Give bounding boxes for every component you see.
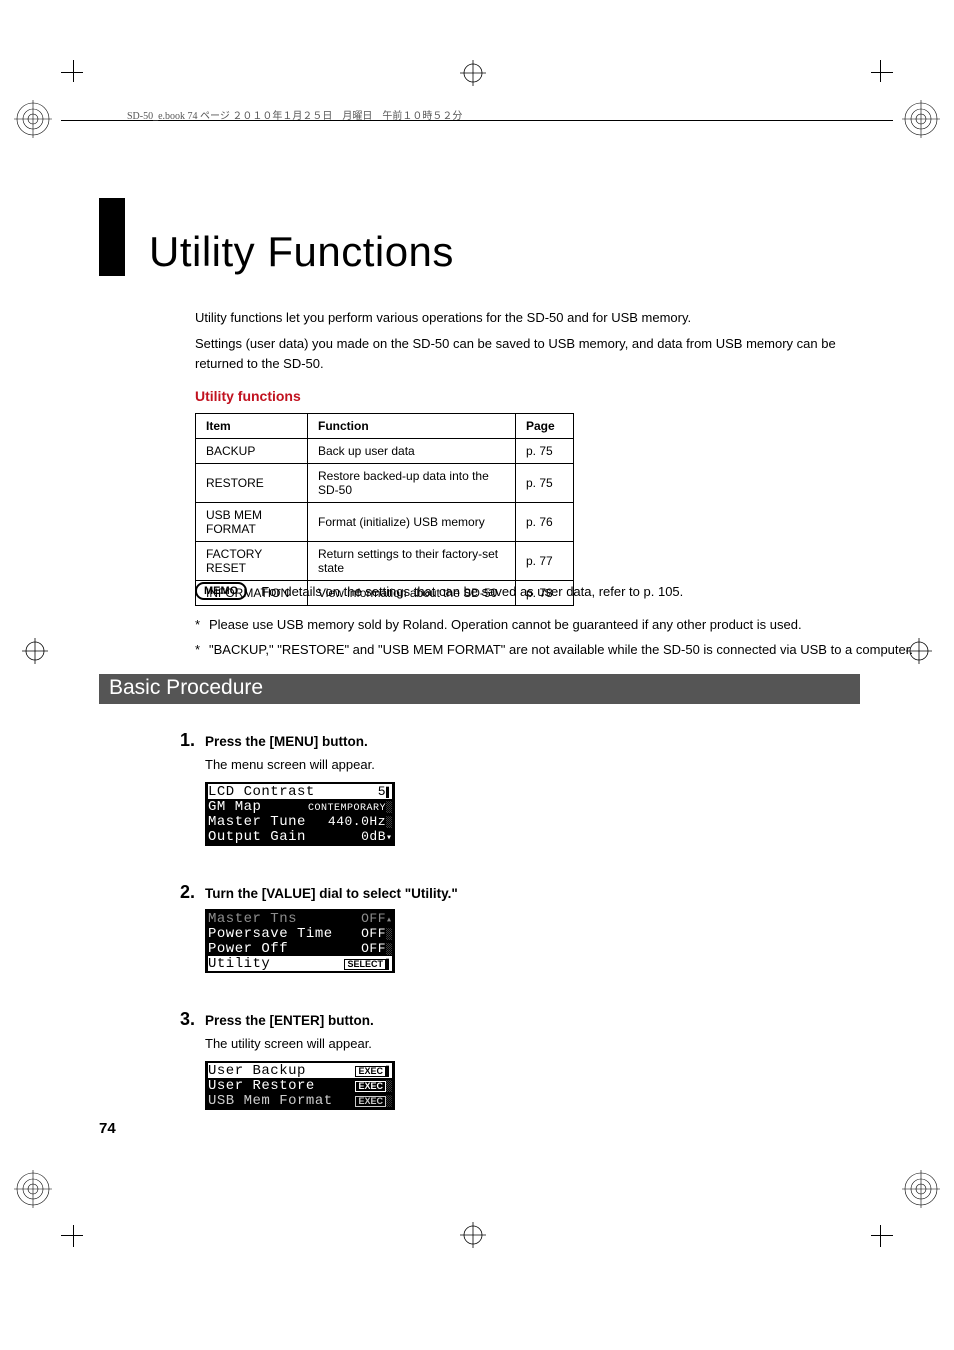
step-title: Turn the [VALUE] dial to select "Utility…: [205, 886, 458, 901]
section-heading: Basic Procedure: [99, 674, 860, 704]
memo-badge: MEMO: [195, 582, 247, 600]
asterisk-icon: *: [195, 613, 209, 638]
step-body: The utility screen will appear.: [205, 1036, 860, 1051]
th-function: Function: [308, 414, 516, 439]
memo-text: For details on the settings that can be …: [261, 584, 683, 599]
page-title: Utility Functions: [149, 228, 454, 276]
reg-cross-icon: [22, 638, 48, 664]
step-title: Press the [ENTER] button.: [205, 1013, 374, 1028]
table-row: RESTORERestore backed-up data into the S…: [196, 464, 574, 503]
lcd-screenshot: Master TnsOFF▴ Powersave TimeOFF░ Power …: [205, 909, 395, 973]
lcd-screenshot: LCD Contrast5▌ GM MapCONTEMPORARY░ Maste…: [205, 782, 395, 846]
intro-paragraph: Settings (user data) you made on the SD-…: [195, 334, 860, 374]
reg-cross-icon: [460, 1222, 486, 1248]
page-number: 74: [99, 1120, 116, 1137]
asterisk-icon: *: [195, 638, 209, 663]
table-row: FACTORY RESETReturn settings to their fa…: [196, 542, 574, 581]
reg-cross-icon: [460, 60, 486, 86]
th-item: Item: [196, 414, 308, 439]
reg-circle-icon: [902, 1170, 940, 1208]
step-body: The menu screen will appear.: [205, 757, 860, 772]
th-page: Page: [516, 414, 574, 439]
step-title: Press the [MENU] button.: [205, 734, 368, 749]
title-marker: [99, 198, 125, 276]
utility-table: Item Function Page BACKUPBack up user da…: [195, 413, 574, 606]
step-number: 1.: [165, 730, 195, 751]
note-text: Please use USB memory sold by Roland. Op…: [209, 613, 802, 638]
utility-subhead: Utility functions: [195, 388, 301, 404]
table-row: BACKUPBack up user datap. 75: [196, 439, 574, 464]
reg-circle-icon: [902, 100, 940, 138]
note-text: "BACKUP," "RESTORE" and "USB MEM FORMAT"…: [209, 638, 913, 663]
lcd-screenshot: User BackupEXEC▌ User RestoreEXEC░ USB M…: [205, 1061, 395, 1110]
reg-circle-icon: [14, 100, 52, 138]
intro-paragraph: Utility functions let you perform variou…: [195, 308, 860, 328]
reg-circle-icon: [14, 1170, 52, 1208]
step-number: 3.: [165, 1009, 195, 1030]
table-row: USB MEM FORMATFormat (initialize) USB me…: [196, 503, 574, 542]
step-number: 2.: [165, 882, 195, 903]
running-header: SD-50_e.book 74 ページ ２０１０年１月２５日 月曜日 午前１０時…: [127, 107, 462, 122]
